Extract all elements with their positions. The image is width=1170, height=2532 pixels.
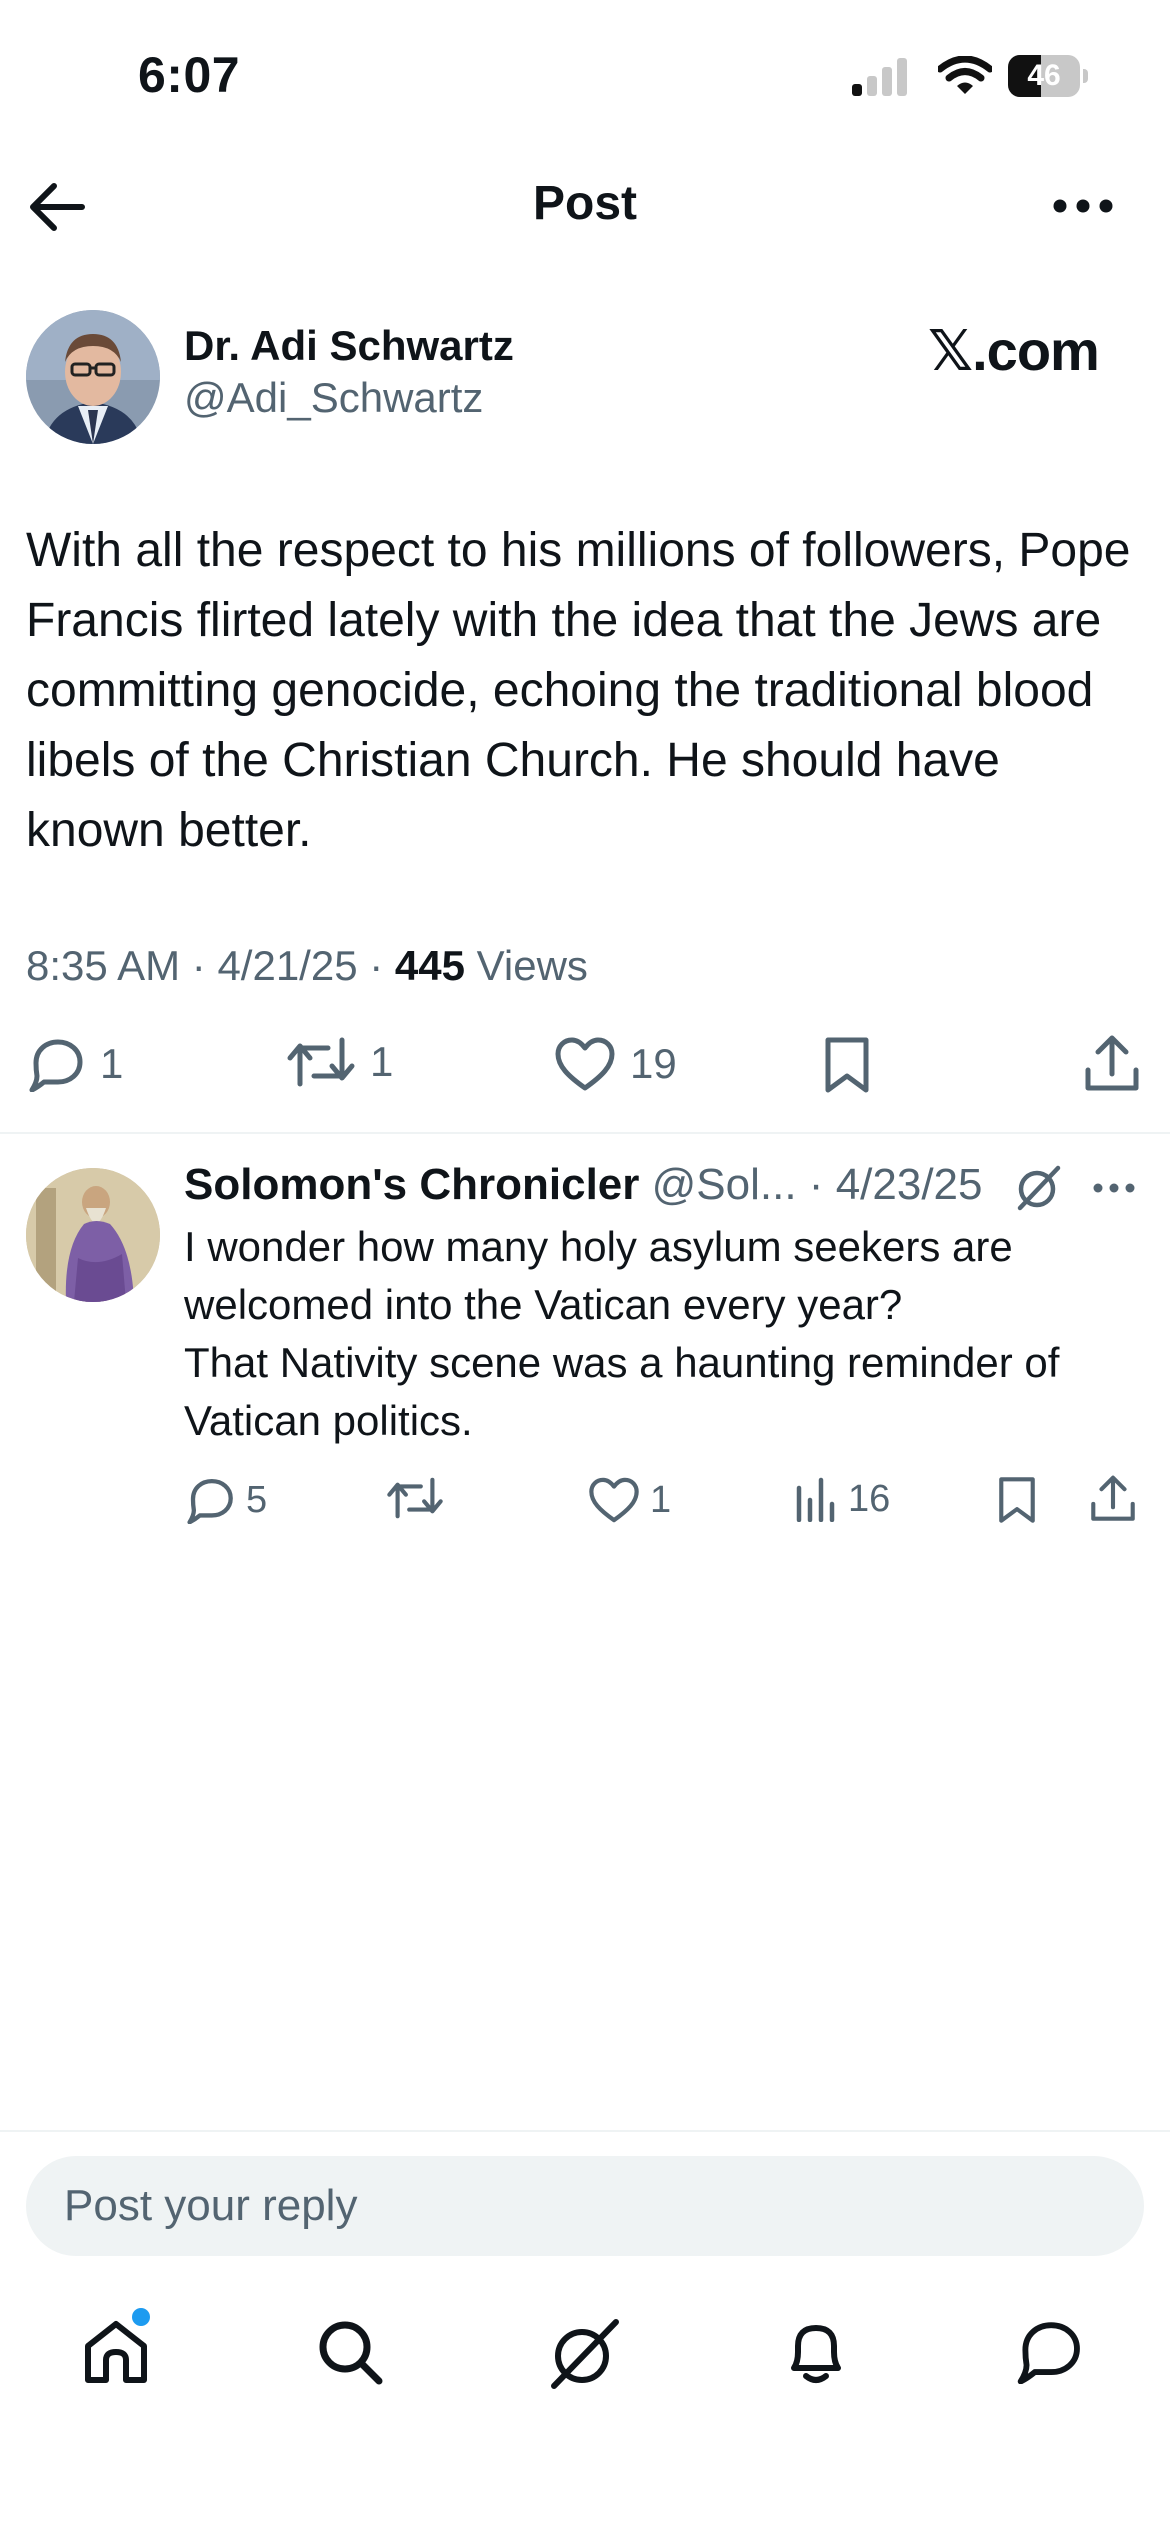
reply-input-placeholder: Post your reply	[64, 2181, 358, 2230]
source-label: 𝕏.com	[928, 319, 1100, 382]
views-label: Views	[476, 942, 588, 989]
reply-text: I wonder how many holy asylum seekers ar…	[184, 1218, 1154, 1450]
reply-reply-button[interactable]: 5	[186, 1476, 267, 1524]
author-avatar[interactable]	[26, 310, 160, 444]
reply-share-button[interactable]	[1090, 1474, 1136, 1524]
tab-notifications[interactable]	[782, 2318, 850, 2388]
heart-icon	[555, 1037, 615, 1091]
divider	[0, 2130, 1170, 2132]
divider	[0, 1132, 1170, 1134]
post-text: With all the respect to his millions of …	[26, 524, 1131, 857]
bell-icon	[791, 2325, 841, 2383]
notification-dot	[132, 2308, 150, 2326]
reply-author-handle[interactable]: @Sol...	[652, 1160, 797, 1209]
post-date: 4/21/25	[217, 942, 358, 989]
reply-button[interactable]: 1	[28, 1036, 123, 1092]
wifi-icon	[938, 56, 992, 96]
grok-icon	[551, 2319, 619, 2389]
reply-input[interactable]: Post your reply	[26, 2156, 1144, 2256]
tab-search[interactable]	[316, 2318, 384, 2386]
tab-home[interactable]	[82, 2318, 150, 2386]
reply-count: 1	[100, 1040, 124, 1087]
reply-like-count: 1	[650, 1478, 672, 1521]
heart-icon	[589, 1477, 639, 1523]
battery-level: 46	[1027, 59, 1061, 92]
like-button[interactable]: 19	[554, 1036, 677, 1092]
share-button[interactable]	[1084, 1034, 1140, 1094]
reply-reply-count: 5	[246, 1478, 268, 1521]
repost-count: 1	[370, 1038, 394, 1085]
cellular-signal-icon	[852, 58, 910, 96]
reply-more-icon[interactable]	[1092, 1182, 1136, 1194]
reply-views-count: 16	[848, 1477, 891, 1520]
reply-date: 4/23/25	[835, 1160, 983, 1209]
repost-icon	[287, 1037, 355, 1087]
repost-button[interactable]: 1	[286, 1036, 393, 1088]
reply-like-button[interactable]: 1	[588, 1476, 671, 1524]
bookmark-icon	[999, 1477, 1035, 1523]
views-count: 445	[394, 942, 465, 989]
share-icon	[1091, 1475, 1135, 1521]
status-time: 6:07	[138, 47, 241, 103]
author-handle[interactable]: @Adi_Schwartz	[184, 374, 483, 422]
more-options-icon[interactable]	[1052, 198, 1114, 214]
reply-author-avatar[interactable]	[26, 1168, 160, 1302]
reply-views-button[interactable]: 16	[794, 1476, 890, 1522]
author-name[interactable]: Dr. Adi Schwartz	[184, 322, 514, 370]
tab-grok[interactable]	[548, 2318, 620, 2390]
like-count: 19	[630, 1040, 677, 1087]
reply-bookmark-button[interactable]	[996, 1476, 1038, 1524]
home-icon	[85, 2321, 147, 2383]
reply-author-name[interactable]: Solomon's Chronicler	[184, 1160, 639, 1209]
repost-icon	[387, 1477, 443, 1519]
reply-icon	[29, 1039, 83, 1092]
analytics-icon	[796, 1477, 835, 1522]
reply-repost-button[interactable]	[386, 1476, 444, 1520]
grok-icon[interactable]	[1014, 1164, 1062, 1212]
post-meta: 8:35 AM · 4/21/25 · 445 Views	[26, 942, 588, 989]
post-time: 8:35 AM	[26, 942, 181, 989]
tab-messages[interactable]	[1016, 2318, 1084, 2384]
chat-bubble-icon	[1017, 2322, 1080, 2384]
reply-header: Solomon's Chronicler @Sol... · 4/23/25	[184, 1160, 983, 1209]
page-title: Post	[532, 177, 637, 230]
bookmark-button[interactable]	[822, 1036, 872, 1094]
reply-text-line: I wonder how many holy asylum seekers ar…	[184, 1223, 1013, 1328]
bookmark-icon	[825, 1037, 869, 1093]
battery-indicator: 46	[1008, 55, 1088, 97]
reply-icon	[187, 1479, 233, 1524]
reply-text-line: That Nativity scene was a haunting remin…	[184, 1339, 1060, 1444]
search-icon	[319, 2321, 383, 2385]
share-icon	[1085, 1035, 1139, 1091]
